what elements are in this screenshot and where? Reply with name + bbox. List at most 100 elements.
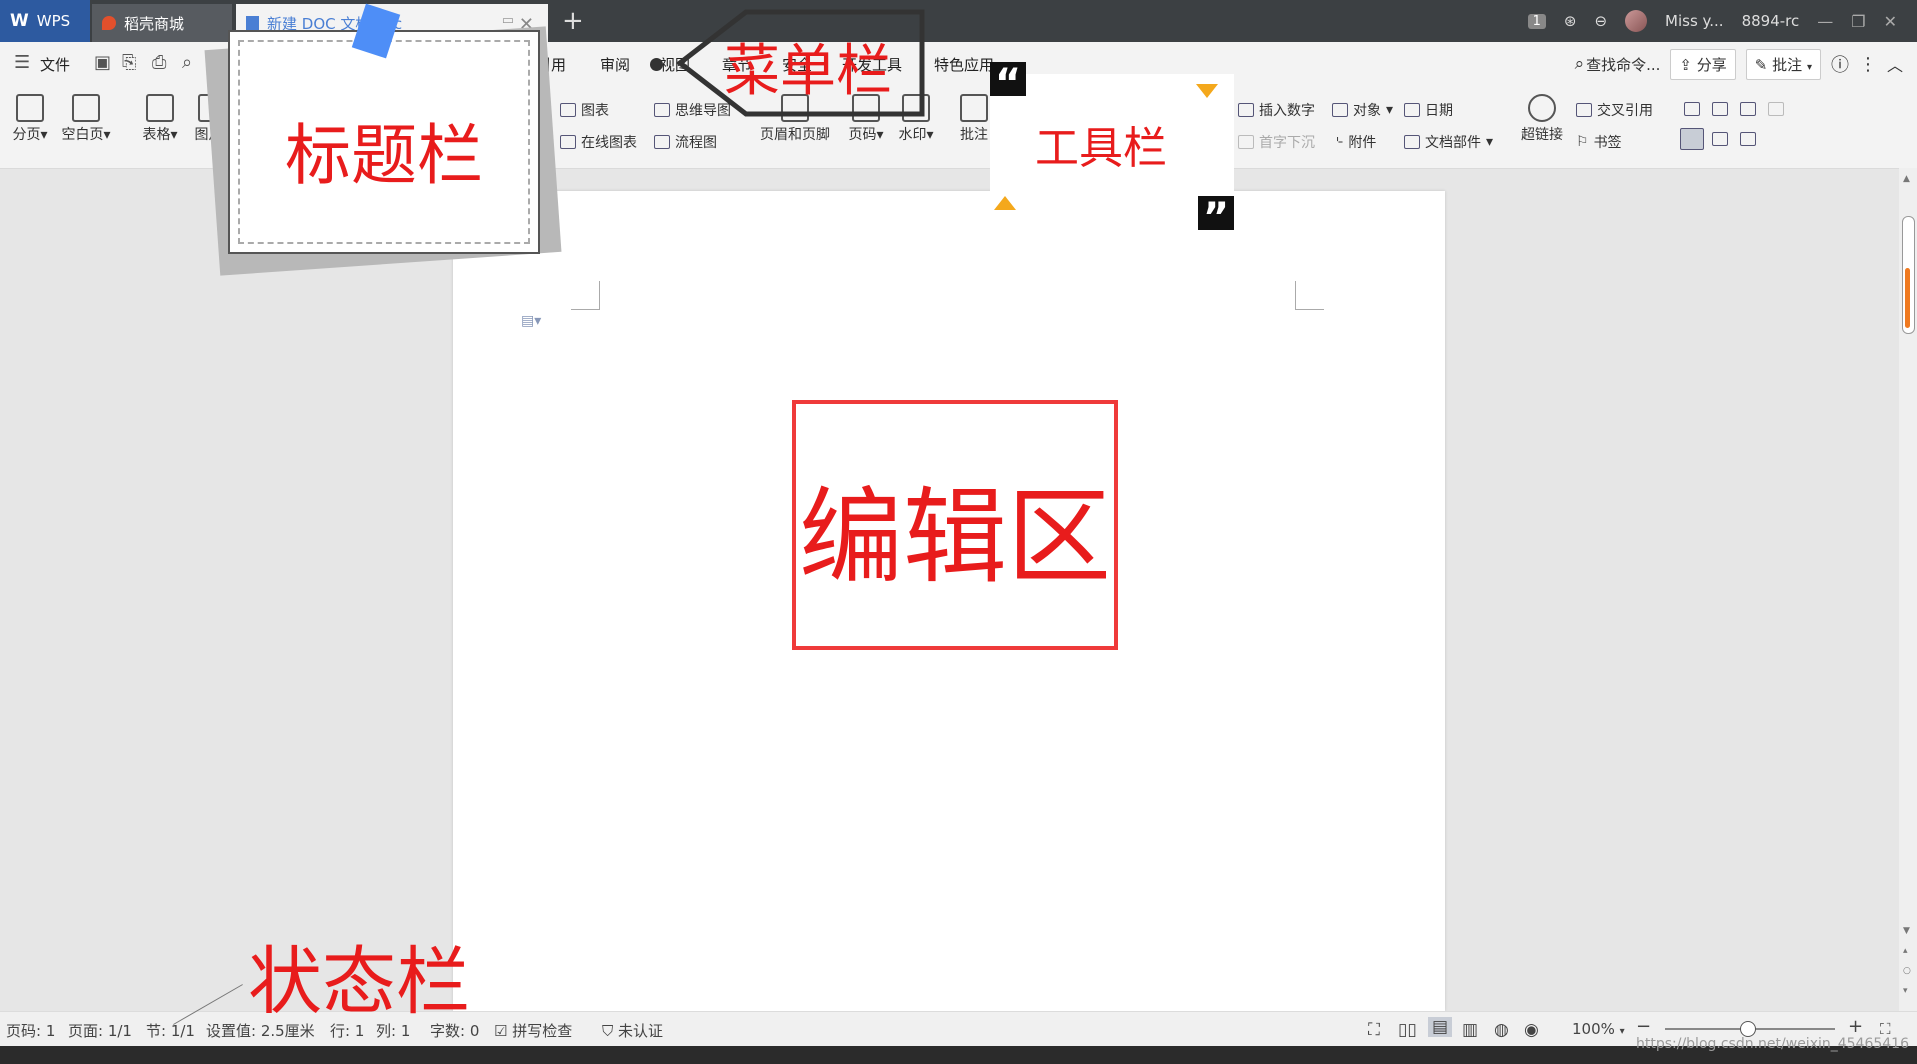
triangle-down-icon: [1196, 84, 1218, 98]
chart-label: 图表: [581, 103, 609, 119]
user-name[interactable]: Miss y...: [1665, 12, 1724, 30]
save-icon[interactable]: ▣: [94, 52, 111, 73]
flowchart-button[interactable]: 流程图: [654, 132, 717, 152]
attachment-button[interactable]: ⌎ 附件: [1332, 132, 1376, 152]
shield-icon: ⛉: [602, 1022, 614, 1040]
export-icon[interactable]: ⎘: [122, 52, 136, 73]
table-icon: [146, 94, 174, 122]
drop-cap-icon: [1238, 135, 1254, 149]
doc-parts-label: 文档部件: [1425, 135, 1481, 151]
skin-icon[interactable]: ⊖: [1594, 12, 1607, 30]
comment-menu-button[interactable]: ✎ 批注 ▾: [1745, 48, 1821, 80]
collapse-ribbon-icon[interactable]: ︿: [1887, 52, 1903, 76]
flowchart-label: 流程图: [675, 135, 717, 151]
date-button[interactable]: 日期: [1404, 100, 1453, 120]
spell-check-label: 拼写检查: [512, 1022, 573, 1040]
page-break-button[interactable]: 分页▾: [4, 94, 56, 144]
form-group-icon[interactable]: [1740, 132, 1756, 146]
insert-number-button[interactable]: 插入数字: [1238, 100, 1315, 120]
chevron-down-icon: ▾: [1806, 61, 1812, 73]
scroll-up-icon[interactable]: ▲: [1903, 174, 1910, 184]
form-list-icon[interactable]: [1740, 102, 1756, 116]
tab-store[interactable]: 稻壳商城: [92, 4, 232, 42]
menu-special[interactable]: 特色应用: [934, 54, 994, 75]
zoom-level[interactable]: 100% ▾: [1572, 1020, 1625, 1038]
menu-review[interactable]: 审阅: [600, 54, 630, 75]
header-footer-label: 页眉和页脚: [760, 127, 830, 143]
bookmark-button[interactable]: ⚐ 书签: [1576, 132, 1622, 152]
close-window-icon[interactable]: ✕: [1884, 12, 1897, 31]
object-label: 对象: [1353, 103, 1381, 119]
status-bar-label: 状态栏: [248, 939, 470, 1025]
form-textbox-icon[interactable]: [1684, 102, 1700, 116]
read-mode-icon[interactable]: ▯▯: [1398, 1020, 1417, 1040]
tab-wps-home[interactable]: W WPS: [0, 0, 90, 42]
attachment-label: 附件: [1348, 135, 1377, 151]
insert-number-icon: [1238, 103, 1254, 117]
blank-page-button[interactable]: 空白页▾: [60, 94, 112, 144]
preview-icon[interactable]: ⌕: [182, 52, 192, 73]
command-search[interactable]: 查找命令...: [1586, 54, 1660, 75]
zoom-in-icon[interactable]: +: [1848, 1016, 1863, 1037]
chart-button[interactable]: 图表: [560, 100, 609, 120]
avatar[interactable]: [1625, 10, 1648, 32]
eye-protect-icon[interactable]: ◉: [1524, 1020, 1539, 1040]
mindmap-icon: [654, 103, 670, 117]
form-checkbox-icon[interactable]: [1712, 102, 1728, 116]
blank-page-label: 空白页: [61, 127, 104, 143]
more-icon[interactable]: ⋮: [1859, 54, 1877, 75]
form-properties-icon[interactable]: [1712, 132, 1728, 146]
help-icon[interactable]: ⓘ: [1831, 51, 1849, 77]
table-label: 表格: [142, 127, 171, 143]
search-icon[interactable]: ⌕: [1575, 54, 1585, 74]
vertical-scrollbar[interactable]: ▲ ▼ ▴ ○ ▾: [1899, 168, 1917, 1011]
margin-corner-right: [1295, 281, 1324, 310]
certification-button[interactable]: ⛉ 未认证: [602, 1020, 663, 1041]
page-view-icon[interactable]: ▤: [1428, 1017, 1453, 1037]
status-section[interactable]: 节: 1/1: [146, 1020, 195, 1041]
object-button[interactable]: 对象 ▾: [1332, 100, 1393, 120]
close-quote-icon: ”: [1198, 196, 1234, 240]
spell-check-button[interactable]: ☑ 拼写检查: [494, 1020, 572, 1041]
scroll-position-marker: [1905, 268, 1910, 328]
status-pages[interactable]: 页面: 1/1: [68, 1020, 132, 1041]
web-view-icon[interactable]: ◍: [1494, 1020, 1509, 1040]
comment-menu-label: 批注: [1772, 55, 1803, 74]
restore-icon[interactable]: ❐: [1851, 12, 1865, 31]
flowchart-icon: [654, 135, 670, 149]
next-page-icon[interactable]: ▾: [1903, 986, 1908, 996]
minimize-icon[interactable]: —: [1817, 12, 1833, 31]
menu-file[interactable]: 文件: [40, 54, 70, 75]
status-page-no[interactable]: 页码: 1: [6, 1020, 55, 1041]
form-design-icon[interactable]: [1680, 128, 1704, 150]
float-window-icon[interactable]: ▭: [502, 13, 514, 28]
scroll-down-icon[interactable]: ▼: [1903, 926, 1910, 936]
outline-view-icon[interactable]: ▥: [1462, 1020, 1478, 1040]
margin-corner-left: [571, 281, 600, 310]
date-label: 日期: [1425, 103, 1453, 119]
sync-icon[interactable]: ⊛: [1564, 12, 1577, 30]
tab-wps-label: WPS: [36, 12, 71, 30]
zoom-slider-handle[interactable]: [1740, 1021, 1756, 1037]
select-browse-icon[interactable]: ○: [1903, 966, 1911, 976]
share-button[interactable]: ⇪ 分享: [1670, 48, 1736, 80]
hyperlink-button[interactable]: 超链接: [1514, 94, 1570, 144]
cross-ref-label: 交叉引用: [1597, 103, 1653, 119]
new-tab-button[interactable]: +: [562, 6, 584, 36]
zoom-out-icon[interactable]: −: [1636, 1016, 1651, 1037]
online-chart-button[interactable]: 在线图表: [560, 132, 637, 152]
table-button[interactable]: 表格▾: [134, 94, 186, 144]
print-icon[interactable]: ⎙: [152, 52, 166, 73]
doc-parts-button[interactable]: 文档部件 ▾: [1404, 132, 1493, 152]
hamburger-icon[interactable]: ☰: [14, 52, 30, 73]
bookmark-label: 书签: [1593, 135, 1622, 151]
fullscreen-icon[interactable]: ⛶: [1368, 1020, 1380, 1040]
prev-page-icon[interactable]: ▴: [1903, 946, 1908, 956]
window-count-badge[interactable]: 1: [1527, 13, 1546, 29]
page-break-icon: [16, 94, 44, 122]
paste-options-icon[interactable]: ▤▾: [521, 313, 541, 329]
triangle-up-icon: [994, 196, 1016, 210]
cross-ref-button[interactable]: 交叉引用: [1576, 100, 1653, 120]
open-quote-icon: “: [990, 62, 1026, 106]
online-chart-label: 在线图表: [581, 135, 637, 151]
